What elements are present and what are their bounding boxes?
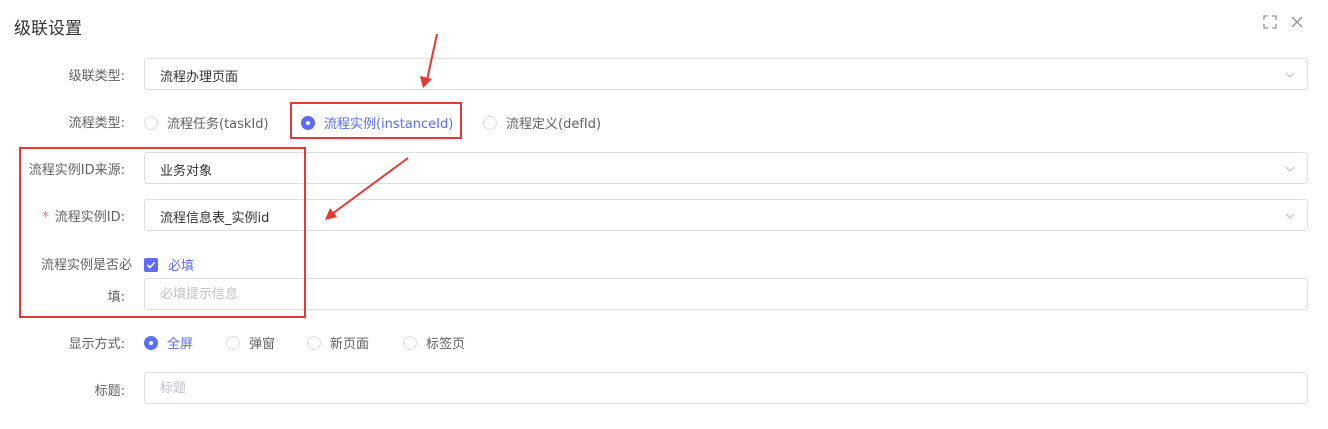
required-hint-input[interactable] <box>144 278 1308 310</box>
cascade-type-value: 流程办理页面 <box>160 70 239 85</box>
instance-required-label-line2: 填: <box>107 290 125 305</box>
instance-required-label-line1: 流程实例是否必 <box>40 258 132 273</box>
radio-label: 新页面 <box>330 337 370 352</box>
radio-dot <box>307 335 321 350</box>
dialog-title: 级联设置 <box>14 19 82 39</box>
fullscreen-icon[interactable] <box>1262 14 1278 30</box>
radio-process-instance[interactable]: 流程实例(instanceId) <box>301 113 453 132</box>
radio-dot <box>144 115 158 130</box>
instance-id-label: * 流程实例ID: <box>42 206 125 225</box>
radio-dot <box>403 335 417 350</box>
cascade-type-select[interactable]: 流程办理页面 <box>144 58 1308 90</box>
radio-display-new-page[interactable]: 新页面 <box>307 333 369 352</box>
instance-id-select[interactable]: 流程信息表_实例id <box>144 199 1308 231</box>
instance-id-source-label: 流程实例ID来源: <box>28 163 125 178</box>
check-icon <box>144 257 158 272</box>
instance-id-source-value: 业务对象 <box>160 164 213 179</box>
radio-process-definition[interactable]: 流程定义(defId) <box>483 113 601 132</box>
radio-process-task[interactable]: 流程任务(taskId) <box>144 113 269 132</box>
cascade-type-label: 级联类型: <box>68 69 125 84</box>
instance-id-label-text: 流程实例ID: <box>54 210 125 225</box>
radio-display-fullscreen[interactable]: 全屏 <box>144 333 193 352</box>
radio-label: 标签页 <box>426 337 466 352</box>
radio-display-tab[interactable]: 标签页 <box>403 333 465 352</box>
radio-dot <box>144 335 158 350</box>
process-type-label: 流程类型: <box>68 116 125 131</box>
instance-id-value: 流程信息表_实例id <box>160 211 270 226</box>
required-checkbox-label: 必填 <box>168 259 195 274</box>
chevron-down-icon <box>1285 72 1295 78</box>
radio-dot <box>483 115 497 130</box>
chevron-down-icon <box>1285 166 1295 172</box>
radio-label: 流程实例(instanceId) <box>324 117 454 132</box>
radio-label: 弹窗 <box>249 337 276 352</box>
title-input[interactable] <box>144 372 1308 404</box>
chevron-down-icon <box>1285 213 1295 219</box>
radio-label: 流程定义(defId) <box>506 117 602 132</box>
radio-dot <box>226 335 240 350</box>
radio-display-popup[interactable]: 弹窗 <box>226 333 275 352</box>
radio-dot <box>301 115 315 130</box>
instance-id-source-select[interactable]: 业务对象 <box>144 152 1308 184</box>
required-checkbox[interactable]: 必填 <box>144 255 194 274</box>
radio-label: 全屏 <box>167 337 194 352</box>
required-mark: * <box>42 210 49 225</box>
close-icon[interactable] <box>1289 14 1305 30</box>
display-mode-label: 显示方式: <box>68 337 125 352</box>
title-field-label: 标题: <box>94 384 125 399</box>
radio-label: 流程任务(taskId) <box>167 117 269 132</box>
